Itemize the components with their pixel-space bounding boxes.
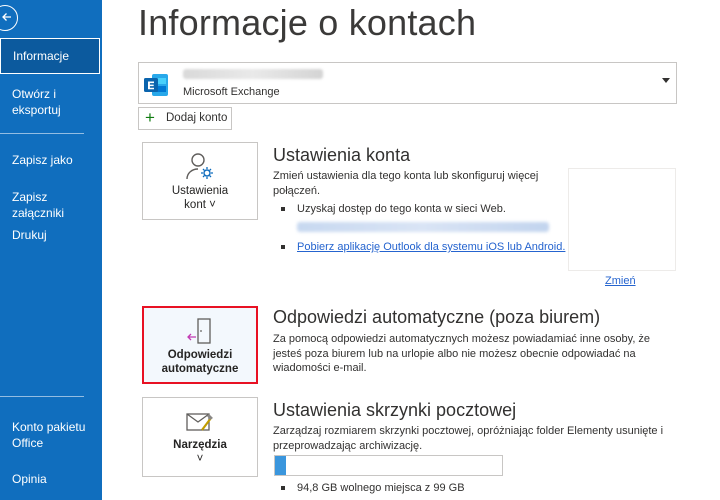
automatic-replies-description: Za pomocą odpowiedzi automatycznych może…: [273, 333, 651, 374]
change-photo-link[interactable]: Zmień: [605, 275, 636, 287]
sidebar-item-informacje[interactable]: Informacje: [0, 38, 100, 74]
account-settings-tile[interactable]: Ustawienia kont ˅: [142, 142, 258, 220]
mailbox-settings-description: Zarządzaj rozmiarem skrzynki pocztowej, …: [273, 425, 664, 452]
sidebar-divider: [0, 133, 84, 134]
account-gear-icon: [184, 151, 216, 186]
automatic-replies-heading: Odpowiedzi automatyczne (poza biurem): [273, 307, 601, 327]
mailbox-usage-fill: [275, 456, 287, 475]
account-selector-dropdown[interactable]: Microsoft Exchange: [138, 62, 677, 104]
profile-picture: [568, 168, 676, 271]
sidebar-item-otworz-eksportuj[interactable]: Otwórz i eksportuj: [0, 86, 90, 118]
sidebar-divider: [0, 396, 84, 397]
dropdown-caret-icon: [662, 78, 670, 83]
sidebar-item-label: Informacje: [13, 49, 70, 63]
sidebar-item-opinia[interactable]: Opinia: [0, 471, 102, 487]
page-title: Informacje o kontach: [138, 2, 477, 43]
web-access-url-redacted[interactable]: [297, 222, 549, 232]
back-arrow-icon[interactable]: [0, 5, 18, 31]
automatic-replies-tile[interactable]: Odpowiedzi automatyczne: [142, 306, 258, 384]
account-settings-heading: Ustawienia konta: [273, 145, 411, 165]
account-type: Microsoft Exchange: [183, 86, 280, 98]
sidebar-item-zapisz-zalaczniki[interactable]: Zapisz załączniki: [0, 189, 102, 221]
tile-label: Odpowiedzi: [167, 349, 233, 361]
mailbox-tools-icon: [185, 408, 215, 439]
backstage-sidebar: Informacje Otwórz i eksportuj Zapisz jak…: [0, 0, 102, 500]
sidebar-item-konto-pakietu-office[interactable]: Konto pakietu Office: [0, 419, 96, 451]
mailbox-usage-bar: [274, 455, 503, 476]
tile-label: Ustawienia: [171, 185, 229, 197]
free-space-text: 94,8 GB wolnego miejsca z 99 GB: [281, 482, 465, 494]
chevron-down-icon: ˅: [196, 453, 204, 465]
sidebar-item-label: Opinia: [12, 472, 47, 486]
account-settings-description: Zmień ustawienia dla tego konta lub skon…: [273, 170, 539, 197]
web-access-bullet: Uzyskaj dostęp do tego konta w sieci Web…: [281, 203, 506, 215]
sidebar-item-label: Zapisz jako: [12, 153, 73, 167]
add-account-label: Dodaj konto: [166, 112, 228, 124]
account-email-redacted: [183, 69, 323, 79]
tile-label: kont ˅: [184, 199, 216, 211]
tile-label: automatyczne: [161, 363, 239, 375]
mailbox-settings-heading: Ustawienia skrzynki pocztowej: [273, 400, 517, 420]
mobile-app-bullet: Pobierz aplikację Outlook dla systemu iO…: [280, 240, 565, 254]
door-arrow-icon: [185, 316, 215, 351]
tile-label: Narzędzia: [173, 439, 227, 451]
add-account-button[interactable]: + Dodaj konto: [138, 107, 232, 130]
mobile-app-link[interactable]: Pobierz aplikację Outlook dla systemu iO…: [297, 241, 565, 253]
plus-icon: +: [145, 108, 155, 127]
sidebar-item-label: Konto pakietu Office: [12, 420, 86, 450]
sidebar-item-drukuj[interactable]: Drukuj: [0, 227, 102, 243]
sidebar-item-zapisz-jako[interactable]: Zapisz jako: [0, 152, 102, 168]
exchange-icon: [143, 72, 169, 98]
mailbox-tools-tile[interactable]: Narzędzia ˅: [142, 397, 258, 477]
sidebar-item-label: Otwórz i eksportuj: [12, 87, 61, 117]
sidebar-item-label: Zapisz załączniki: [12, 190, 65, 220]
sidebar-item-label: Drukuj: [12, 228, 47, 242]
